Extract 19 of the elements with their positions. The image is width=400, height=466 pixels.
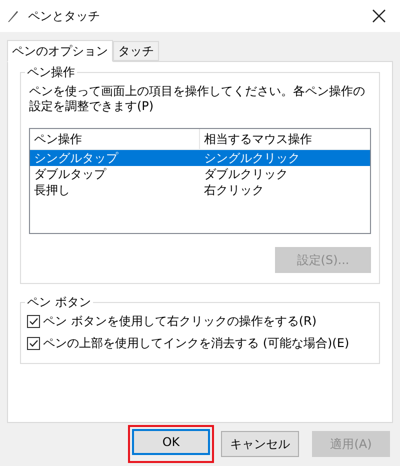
close-icon[interactable] — [372, 9, 386, 23]
tab[interactable]: タッチ — [113, 41, 159, 61]
list-row[interactable]: シングルタップ シングルクリック — [30, 150, 370, 166]
column-header[interactable]: 相当するマウス操作 — [200, 129, 370, 149]
checkbox[interactable] — [27, 314, 40, 328]
group-title: ペン操作 — [25, 64, 77, 80]
column-header[interactable]: ペン操作 — [30, 129, 200, 149]
list-row[interactable]: ダブルタップ ダブルクリック — [30, 166, 370, 182]
pen-icon — [6, 9, 20, 23]
dialog-button[interactable]: キャンセル — [221, 431, 299, 457]
description: ペンを使って画面上の項目を操作してください。各ペン操作の設定を調整できます(P) — [29, 84, 366, 114]
dialog-button[interactable]: OK — [132, 429, 210, 455]
checkbox-label: ペンの上部を使用してインクを消去する (可能な場合)(E) — [43, 335, 350, 352]
list-row[interactable]: 長押し 右クリック — [30, 182, 370, 198]
checkbox[interactable] — [27, 336, 40, 350]
checkbox-label: ペン ボタンを使用して右クリックの操作をする(R) — [43, 313, 317, 330]
tab[interactable]: ペンのオプション — [7, 40, 113, 62]
window-title: ペンとタッチ — [28, 8, 101, 25]
group-title: ペン ボタン — [25, 294, 93, 310]
